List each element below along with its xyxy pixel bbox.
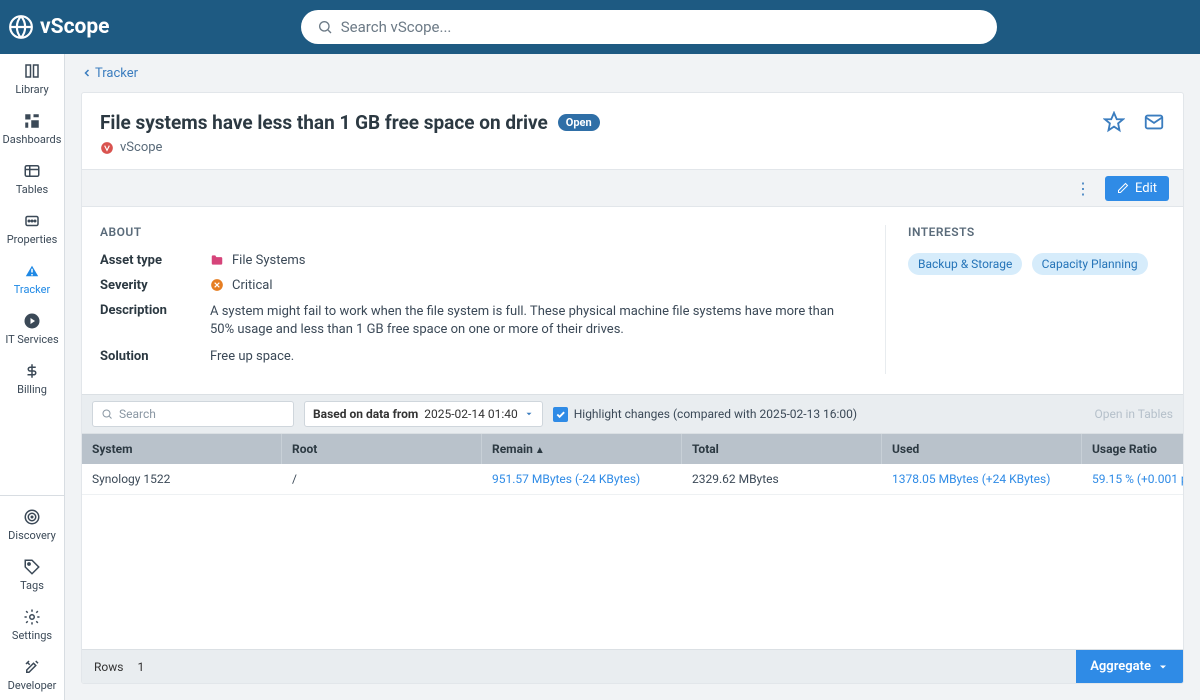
- table-header: System Root Remain▲ Total Used Usage Rat…: [82, 434, 1183, 464]
- filter-row: Based on data from 2025-02-14 01:40 High…: [82, 394, 1183, 434]
- top-bar: vScope: [0, 0, 1200, 54]
- app-logo[interactable]: vScope: [8, 14, 110, 40]
- severity-value: Critical: [232, 278, 272, 293]
- open-in-tables-link[interactable]: Open in Tables: [1095, 407, 1174, 421]
- properties-icon: [23, 212, 41, 230]
- folder-icon: [210, 253, 224, 267]
- more-menu-icon[interactable]: ⋮: [1075, 179, 1091, 198]
- card-header: File systems have less than 1 GB free sp…: [82, 93, 1183, 169]
- checkbox-icon: [553, 407, 568, 422]
- chevron-down-icon: [524, 409, 534, 419]
- cell-system: Synology 1522: [82, 464, 282, 494]
- aggregate-button[interactable]: Aggregate: [1076, 650, 1183, 684]
- main-content: Tracker File systems have less than 1 GB…: [65, 54, 1200, 700]
- table-footer: Rows 1 Aggregate: [82, 649, 1183, 683]
- chevron-down-icon: [1157, 661, 1169, 673]
- dollar-icon: [23, 362, 41, 380]
- breadcrumb[interactable]: Tracker: [65, 54, 1200, 92]
- tracker-icon: [23, 262, 41, 280]
- search-icon: [317, 19, 333, 35]
- global-search[interactable]: [301, 10, 997, 44]
- gear-icon: [23, 608, 41, 626]
- nav-library[interactable]: Library: [0, 54, 64, 104]
- nav-discovery[interactable]: Discovery: [0, 500, 64, 550]
- chevron-left-icon: [81, 67, 93, 79]
- col-used[interactable]: Used: [882, 434, 1082, 464]
- global-search-input[interactable]: [341, 18, 981, 36]
- data-date-select[interactable]: Based on data from 2025-02-14 01:40: [304, 401, 543, 427]
- toolbar: ⋮ Edit: [82, 169, 1183, 207]
- cell-remain: 951.57 MBytes (-24 KBytes): [482, 464, 682, 494]
- tools-icon: [23, 658, 41, 676]
- dashboards-icon: [23, 112, 41, 130]
- table-search-input[interactable]: [119, 407, 285, 421]
- nav-tables[interactable]: Tables: [0, 154, 64, 204]
- cell-used: 1378.05 MBytes (+24 KBytes): [882, 464, 1082, 494]
- interest-chip[interactable]: Backup & Storage: [908, 253, 1022, 275]
- col-root[interactable]: Root: [282, 434, 482, 464]
- severity-key: Severity: [100, 278, 210, 293]
- cell-ratio: 59.15 % (+0.001 p: [1082, 464, 1183, 494]
- status-badge: Open: [558, 114, 600, 131]
- app-name: vScope: [40, 15, 110, 39]
- tracker-card: File systems have less than 1 GB free sp…: [81, 92, 1184, 684]
- col-total[interactable]: Total: [682, 434, 882, 464]
- vscope-small-icon: [100, 141, 114, 155]
- tables-icon: [23, 162, 41, 180]
- tags-icon: [23, 558, 41, 576]
- edit-button[interactable]: Edit: [1105, 176, 1169, 201]
- radar-icon: [23, 508, 41, 526]
- nav-settings[interactable]: Settings: [0, 600, 64, 650]
- nav-developer[interactable]: Developer: [0, 650, 64, 700]
- info-section: ABOUT Asset type File Systems Severity C…: [82, 207, 1183, 394]
- library-icon: [23, 62, 41, 80]
- nav-properties[interactable]: Properties: [0, 204, 64, 254]
- asset-type-key: Asset type: [100, 253, 210, 268]
- rows-label: Rows: [94, 660, 123, 674]
- about-label: ABOUT: [100, 225, 861, 239]
- cell-total: 2329.62 MBytes: [682, 464, 882, 494]
- nav-tags[interactable]: Tags: [0, 550, 64, 600]
- interest-chip[interactable]: Capacity Planning: [1032, 253, 1148, 275]
- table-search[interactable]: [92, 401, 294, 427]
- star-icon[interactable]: [1103, 111, 1125, 133]
- nav-tracker[interactable]: Tracker: [0, 254, 64, 304]
- globe-icon: [8, 14, 34, 40]
- solution-key: Solution: [100, 349, 210, 364]
- play-icon: [23, 312, 41, 330]
- col-remain[interactable]: Remain▲: [482, 434, 682, 464]
- interests-label: INTERESTS: [908, 225, 1165, 239]
- sort-asc-icon: ▲: [535, 445, 545, 456]
- subtitle: vScope: [100, 140, 600, 155]
- breadcrumb-label: Tracker: [95, 66, 138, 81]
- pencil-icon: [1117, 182, 1129, 194]
- search-icon: [101, 408, 113, 420]
- description-key: Description: [100, 303, 210, 339]
- table-row[interactable]: Synology 1522 / 951.57 MBytes (-24 KByte…: [82, 464, 1183, 495]
- cell-root: /: [282, 464, 482, 494]
- page-title: File systems have less than 1 GB free sp…: [100, 111, 548, 134]
- nav-dashboards[interactable]: Dashboards: [0, 104, 64, 154]
- table-body: Synology 1522 / 951.57 MBytes (-24 KByte…: [82, 464, 1183, 649]
- highlight-changes-checkbox[interactable]: Highlight changes (compared with 2025-02…: [553, 407, 857, 422]
- col-ratio[interactable]: Usage Ratio: [1082, 434, 1183, 464]
- rows-count: 1: [137, 660, 144, 674]
- description-value: A system might fail to work when the fil…: [210, 303, 861, 339]
- left-nav: Library Dashboards Tables Properties Tra…: [0, 54, 65, 700]
- mail-icon[interactable]: [1143, 111, 1165, 133]
- critical-icon: [210, 278, 224, 292]
- nav-it-services[interactable]: IT Services: [0, 304, 64, 354]
- solution-value: Free up space.: [210, 349, 861, 364]
- nav-billing[interactable]: Billing: [0, 354, 64, 404]
- col-system[interactable]: System: [82, 434, 282, 464]
- asset-type-value: File Systems: [232, 253, 305, 268]
